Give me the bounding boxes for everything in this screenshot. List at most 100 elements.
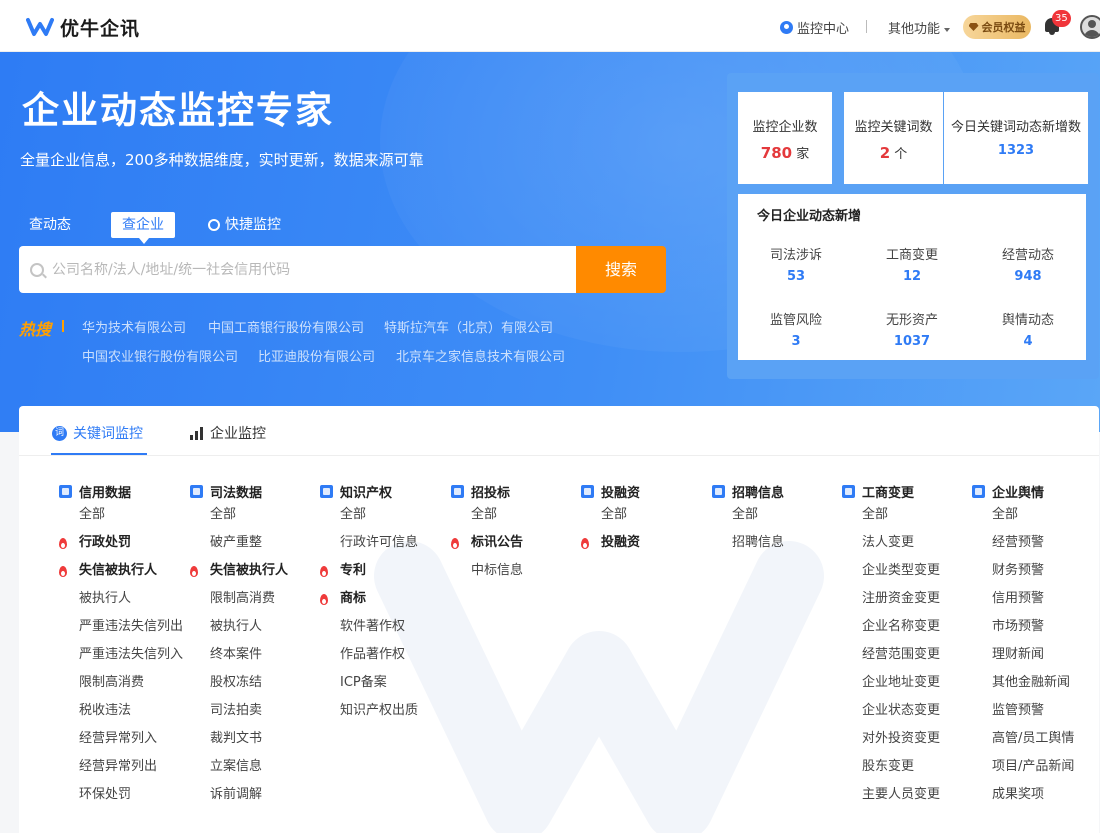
category-item[interactable]: 被执行人 xyxy=(59,585,189,613)
category-item[interactable]: 招聘信息 xyxy=(712,529,842,557)
category-item[interactable]: 全部 xyxy=(451,501,581,529)
hot-search-item[interactable]: 特斯拉汽车（北京）有限公司 xyxy=(384,317,553,336)
category-item[interactable]: 裁判文书 xyxy=(190,725,320,753)
category-item[interactable]: 行政处罚 xyxy=(59,529,189,557)
category-item[interactable]: ICP备案 xyxy=(320,669,450,697)
category-item[interactable]: 失信被执行人 xyxy=(190,557,320,585)
category-header[interactable]: 司法数据 xyxy=(190,482,320,501)
hot-search-item[interactable]: 北京车之家信息技术有限公司 xyxy=(396,346,565,365)
category-item[interactable]: 司法拍卖 xyxy=(190,697,320,725)
category-item[interactable]: 高管/员工舆情 xyxy=(972,725,1099,753)
logo[interactable]: 优牛企讯 xyxy=(26,14,140,40)
category-item[interactable]: 财务预警 xyxy=(972,557,1099,585)
category-item[interactable]: 主要人员变更 xyxy=(842,781,972,809)
category-item[interactable]: 项目/产品新闻 xyxy=(972,753,1099,781)
category-item[interactable]: 被执行人 xyxy=(190,613,320,641)
category-item[interactable]: 经营预警 xyxy=(972,529,1099,557)
search-button[interactable]: 搜索 xyxy=(576,246,666,293)
category-header[interactable]: 工商变更 xyxy=(842,482,972,501)
other-features-dropdown[interactable]: 其他功能 xyxy=(888,18,951,37)
today-stat-item[interactable]: 舆情动态 4 xyxy=(970,309,1086,349)
category-item[interactable]: 经营异常列入 xyxy=(59,725,189,753)
category-item[interactable]: 作品著作权 xyxy=(320,641,450,669)
category-header[interactable]: 知识产权 xyxy=(320,482,450,501)
category-item[interactable]: 注册资金变更 xyxy=(842,585,972,613)
search-input[interactable] xyxy=(52,261,552,278)
tab-keyword-monitor[interactable]: 词 关键词监控 xyxy=(52,423,143,443)
category-item[interactable]: 全部 xyxy=(320,501,450,529)
today-stat-item[interactable]: 司法涉诉 53 xyxy=(738,244,854,284)
category-item[interactable]: 监管预警 xyxy=(972,697,1099,725)
category-header[interactable]: 招聘信息 xyxy=(712,482,842,501)
category-item[interactable]: 标讯公告 xyxy=(451,529,581,557)
tab-query-company[interactable]: 查企业 xyxy=(111,212,175,244)
category-header[interactable]: 投融资 xyxy=(581,482,711,501)
stat-today-keyword-updates[interactable]: 今日关键词动态新增数 1323 xyxy=(944,92,1088,184)
category-item[interactable]: 经营范围变更 xyxy=(842,641,972,669)
category-item[interactable]: 税收违法 xyxy=(59,697,189,725)
category-item[interactable]: 企业类型变更 xyxy=(842,557,972,585)
category-header[interactable]: 招投标 xyxy=(451,482,581,501)
category-item[interactable]: 行政许可信息 xyxy=(320,529,450,557)
category-item[interactable]: 成果奖项 xyxy=(972,781,1099,809)
category-header[interactable]: 企业舆情 xyxy=(972,482,1099,501)
today-stat-item[interactable]: 工商变更 12 xyxy=(854,244,970,284)
vip-benefits-button[interactable]: 会员权益 xyxy=(963,15,1031,39)
category-item[interactable]: 限制高消费 xyxy=(190,585,320,613)
category-item[interactable]: 股权冻结 xyxy=(190,669,320,697)
category-item[interactable]: 中标信息 xyxy=(451,557,581,585)
tab-query-dynamics[interactable]: 查动态 xyxy=(29,212,71,238)
category-item-label: 监管预警 xyxy=(992,703,1045,718)
category-item[interactable]: 市场预警 xyxy=(972,613,1099,641)
category-item[interactable]: 股东变更 xyxy=(842,753,972,781)
category-item[interactable]: 严重违法失信列出 xyxy=(59,613,189,641)
category-item[interactable]: 终本案件 xyxy=(190,641,320,669)
today-stat-item[interactable]: 经营动态 948 xyxy=(970,244,1086,284)
category-item[interactable]: 全部 xyxy=(190,501,320,529)
category-item[interactable]: 专利 xyxy=(320,557,450,585)
category-item[interactable]: 企业地址变更 xyxy=(842,669,972,697)
hot-search-item[interactable]: 华为技术有限公司 xyxy=(82,317,186,336)
user-avatar[interactable] xyxy=(1080,15,1100,39)
category-item[interactable]: 软件著作权 xyxy=(320,613,450,641)
category-item[interactable]: 严重违法失信列入 xyxy=(59,641,189,669)
today-stat-label: 经营动态 xyxy=(1001,248,1054,263)
category-item[interactable]: 信用预警 xyxy=(972,585,1099,613)
category-item[interactable]: 理财新闻 xyxy=(972,641,1099,669)
monitor-center-link[interactable]: 监控中心 xyxy=(780,18,849,37)
category-item[interactable]: 立案信息 xyxy=(190,753,320,781)
category-header[interactable]: 信用数据 xyxy=(59,482,189,501)
stat-monitored-companies[interactable]: 监控企业数 780 家 xyxy=(738,92,832,184)
hot-search-item[interactable]: 中国农业银行股份有限公司 xyxy=(82,346,238,365)
category-item[interactable]: 对外投资变更 xyxy=(842,725,972,753)
tab-quick-monitor[interactable]: 快捷监控 xyxy=(208,212,281,238)
category-item-label: 经营异常列入 xyxy=(79,731,158,746)
category-item[interactable]: 知识产权出质 xyxy=(320,697,450,725)
category-item[interactable]: 失信被执行人 xyxy=(59,557,189,585)
monitor-category-panel: 词 关键词监控 企业监控 信用数据 全部 行政处罚 失信被执行人 被执行人 严重违法失信列… xyxy=(19,406,1099,833)
category-item[interactable]: 经营异常列出 xyxy=(59,753,189,781)
category-item[interactable]: 限制高消费 xyxy=(59,669,189,697)
category-item[interactable]: 全部 xyxy=(972,501,1099,529)
category-item[interactable]: 全部 xyxy=(712,501,842,529)
tab-company-monitor[interactable]: 企业监控 xyxy=(190,423,266,443)
category-item[interactable]: 法人变更 xyxy=(842,529,972,557)
category-item[interactable]: 企业状态变更 xyxy=(842,697,972,725)
hot-search-item[interactable]: 中国工商银行股份有限公司 xyxy=(208,317,364,336)
category-item[interactable]: 其他金融新闻 xyxy=(972,669,1099,697)
category-item[interactable]: 全部 xyxy=(581,501,711,529)
category-item[interactable]: 破产重整 xyxy=(190,529,320,557)
category-item[interactable]: 商标 xyxy=(320,585,450,613)
category-item[interactable]: 企业名称变更 xyxy=(842,613,972,641)
category-item[interactable]: 环保处罚 xyxy=(59,781,189,809)
category-item[interactable]: 投融资 xyxy=(581,529,711,557)
coin-icon xyxy=(581,484,594,498)
category-item[interactable]: 诉前调解 xyxy=(190,781,320,809)
today-stat-item[interactable]: 无形资产 1037 xyxy=(854,309,970,349)
stat-monitored-keywords[interactable]: 监控关键词数 2 个 xyxy=(844,92,943,184)
category-item-label: 标讯公告 xyxy=(471,535,524,550)
category-item[interactable]: 全部 xyxy=(842,501,972,529)
category-item[interactable]: 全部 xyxy=(59,501,189,529)
today-stat-item[interactable]: 监管风险 3 xyxy=(738,309,854,349)
hot-search-item[interactable]: 比亚迪股份有限公司 xyxy=(258,346,375,365)
